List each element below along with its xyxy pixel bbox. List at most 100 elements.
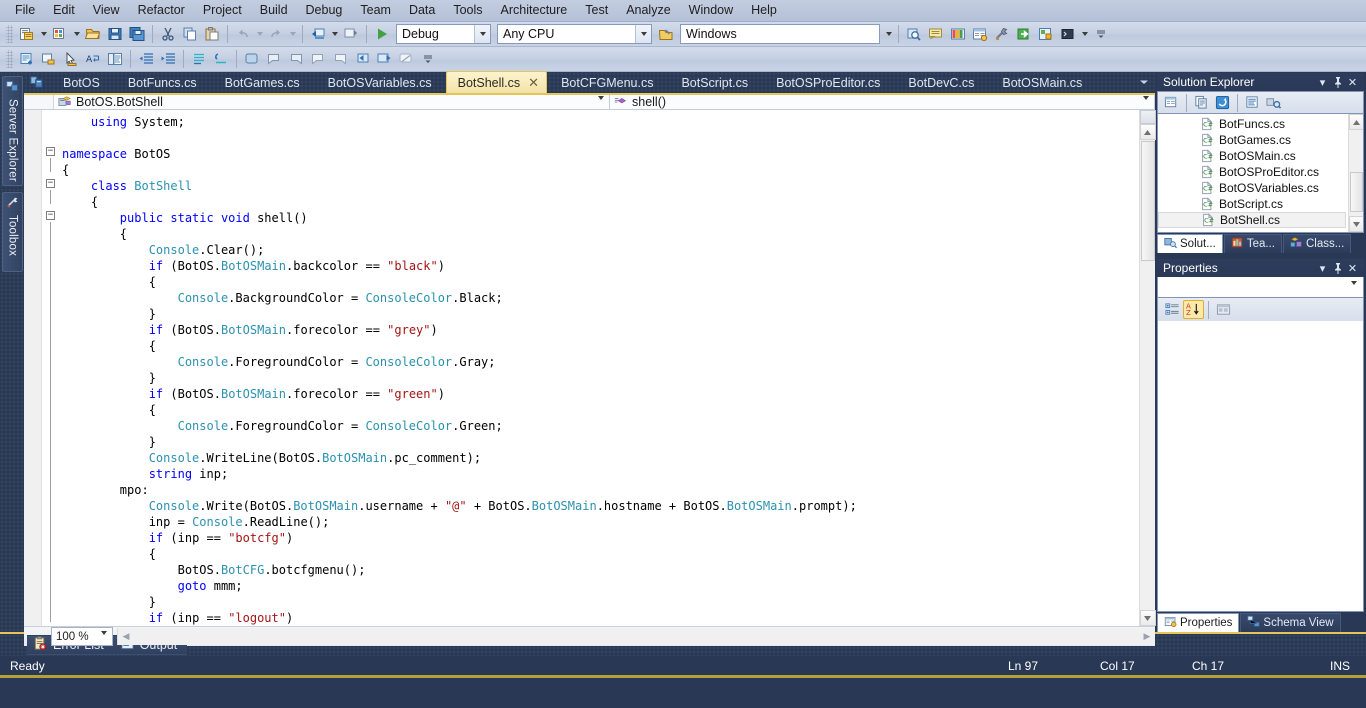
- chevron-down-icon[interactable]: [1137, 74, 1151, 90]
- outlining-margin[interactable]: − − −: [42, 110, 62, 626]
- menu-item-team[interactable]: Team: [351, 1, 400, 21]
- find-target-icon[interactable]: [655, 24, 677, 45]
- undo-icon[interactable]: [232, 24, 254, 45]
- view-code-icon[interactable]: [1242, 93, 1263, 112]
- fold-marker-namespace[interactable]: −: [46, 147, 55, 156]
- menu-item-architecture[interactable]: Architecture: [492, 1, 577, 21]
- menu-item-project[interactable]: Project: [194, 1, 251, 21]
- view-class-diagram-icon[interactable]: [1263, 93, 1284, 112]
- toggle-word-wrap-icon[interactable]: A: [82, 49, 104, 70]
- surround-with-icon[interactable]: [38, 49, 60, 70]
- solution-explorer-item[interactable]: C#BotOSVariables.cs: [1158, 180, 1348, 196]
- show-all-files-icon[interactable]: [1191, 93, 1212, 112]
- toolbar-options-icon[interactable]: [417, 49, 439, 70]
- find-in-files-icon[interactable]: [903, 24, 925, 45]
- previous-item-icon[interactable]: [351, 49, 373, 70]
- next-comment-icon[interactable]: [329, 49, 351, 70]
- new-project-dropdown[interactable]: [38, 24, 49, 45]
- properties-grid[interactable]: [1157, 321, 1364, 612]
- alphabetical-icon[interactable]: A Z: [1183, 300, 1204, 319]
- document-tab-botosmain[interactable]: BotOSMain.cs: [988, 72, 1096, 93]
- solution-explorer-scrollbar[interactable]: [1348, 114, 1363, 232]
- start-debug-icon[interactable]: [371, 24, 393, 45]
- uncomment-selection-icon[interactable]: [210, 49, 232, 70]
- solution-explorer-item[interactable]: C#BotGames.cs: [1158, 132, 1348, 148]
- close-icon[interactable]: ✕: [528, 76, 539, 89]
- chevron-right-icon[interactable]: ▶: [1139, 629, 1155, 645]
- menu-item-data[interactable]: Data: [400, 1, 444, 21]
- toggle-bookmark-icon[interactable]: [241, 49, 263, 70]
- fold-marker-method[interactable]: −: [46, 211, 55, 220]
- property-pages-icon[interactable]: [1213, 300, 1234, 319]
- chevron-down-icon[interactable]: [635, 25, 651, 43]
- menu-item-test[interactable]: Test: [576, 1, 617, 21]
- chevron-down-icon[interactable]: ▾: [1315, 261, 1330, 276]
- object-browser-icon[interactable]: [1035, 24, 1057, 45]
- solution-explorer-item[interactable]: C#BotFuncs.cs: [1158, 116, 1348, 132]
- chevron-down-icon[interactable]: ▾: [1315, 75, 1330, 90]
- toolbar-grip[interactable]: [6, 50, 13, 68]
- solution-explorer-item[interactable]: C#BotOSMain.cs: [1158, 148, 1348, 164]
- startup-target-dropdown[interactable]: [883, 24, 894, 45]
- new-project-icon[interactable]: [16, 24, 38, 45]
- save-all-icon[interactable]: [126, 24, 148, 45]
- comment-icon[interactable]: [925, 24, 947, 45]
- close-icon[interactable]: ✕: [1345, 75, 1360, 90]
- solution-explorer-item[interactable]: C#BotShell.cs: [1158, 212, 1346, 228]
- scroll-up-icon[interactable]: [1140, 124, 1156, 140]
- toolbox-icon[interactable]: [947, 24, 969, 45]
- properties-window-icon[interactable]: [969, 24, 991, 45]
- tab-solution-explorer[interactable]: Solut...: [1157, 234, 1223, 253]
- menu-item-debug[interactable]: Debug: [297, 1, 352, 21]
- increase-indent-icon[interactable]: [157, 49, 179, 70]
- editor-vertical-scrollbar[interactable]: [1139, 110, 1155, 626]
- properties-object-combo[interactable]: [1157, 277, 1364, 298]
- next-bookmark-icon[interactable]: [285, 49, 307, 70]
- format-document-icon[interactable]: [104, 49, 126, 70]
- type-navigation-combo[interactable]: BotOS.BotShell: [54, 95, 610, 109]
- chevron-down-icon[interactable]: [1350, 285, 1357, 299]
- chevron-left-icon[interactable]: ◀: [118, 629, 134, 645]
- tab-class-view[interactable]: Class...: [1283, 234, 1351, 253]
- glyph-margin[interactable]: [24, 110, 42, 626]
- menu-item-build[interactable]: Build: [251, 1, 297, 21]
- tab-schema-view[interactable]: Schema View: [1240, 613, 1340, 632]
- menu-item-view[interactable]: View: [84, 1, 129, 21]
- undo-dropdown[interactable]: [254, 24, 265, 45]
- properties-icon[interactable]: [1161, 93, 1182, 112]
- chevron-down-icon[interactable]: [474, 25, 490, 43]
- navigate-backward-icon[interactable]: [307, 24, 329, 45]
- navigate-forward-icon[interactable]: [340, 24, 362, 45]
- menu-item-refactor[interactable]: Refactor: [129, 1, 194, 21]
- menu-item-file[interactable]: File: [6, 1, 44, 21]
- scrollbar-thumb[interactable]: [1141, 141, 1155, 261]
- toolbar-grip[interactable]: [6, 25, 13, 43]
- scroll-up-icon[interactable]: [1349, 114, 1364, 130]
- insert-snippet-icon[interactable]: [16, 49, 38, 70]
- menu-item-window[interactable]: Window: [680, 1, 742, 21]
- categorized-icon[interactable]: [1162, 300, 1183, 319]
- menu-item-analyze[interactable]: Analyze: [617, 1, 679, 21]
- document-tab-botscript[interactable]: BotScript.cs: [667, 72, 762, 93]
- command-window-icon[interactable]: [1057, 24, 1079, 45]
- pin-icon[interactable]: [1330, 261, 1345, 276]
- redo-icon[interactable]: [265, 24, 287, 45]
- document-tab-botcfgmenu[interactable]: BotCFGMenu.cs: [547, 72, 667, 93]
- code-editor[interactable]: − − − using System; namespace BotOS { cl…: [24, 110, 1155, 626]
- refresh-icon[interactable]: [1212, 93, 1233, 112]
- sidebar-item-toolbox[interactable]: Toolbox: [2, 192, 23, 272]
- comment-selection-icon[interactable]: [188, 49, 210, 70]
- tab-properties[interactable]: Properties: [1157, 613, 1239, 632]
- close-icon[interactable]: ✕: [1345, 261, 1360, 276]
- editor-split-handle[interactable]: [1140, 110, 1156, 124]
- scroll-down-icon[interactable]: [1349, 216, 1364, 232]
- document-tab-botgames[interactable]: BotGames.cs: [211, 72, 314, 93]
- navigate-backward-dropdown[interactable]: [329, 24, 340, 45]
- document-tab-botosproeditor[interactable]: BotOSProEditor.cs: [762, 72, 894, 93]
- open-file-icon[interactable]: [82, 24, 104, 45]
- paste-icon[interactable]: [201, 24, 223, 45]
- scroll-down-icon[interactable]: [1140, 610, 1156, 626]
- copy-icon[interactable]: [179, 24, 201, 45]
- document-tab-botfuncs[interactable]: BotFuncs.cs: [114, 72, 211, 93]
- solution-configuration-combo[interactable]: Debug: [396, 24, 491, 44]
